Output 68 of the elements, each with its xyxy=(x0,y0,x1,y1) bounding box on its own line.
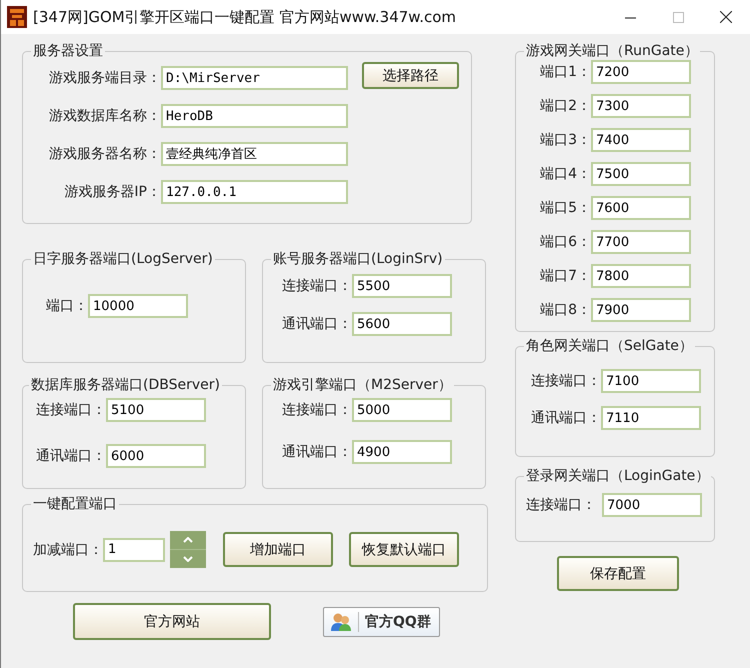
field-label: 通讯端口： xyxy=(530,409,601,427)
text-field[interactable]: 7600 xyxy=(591,196,691,220)
caret-down-icon xyxy=(183,556,193,562)
field-label: 通讯端口： xyxy=(281,315,352,333)
text-field[interactable]: 7110 xyxy=(601,406,701,430)
text-field[interactable]: 7100 xyxy=(601,369,701,393)
caret-up-icon xyxy=(183,537,193,543)
field-label: 端口6： xyxy=(539,233,591,251)
save-button[interactable]: 保存配置 xyxy=(557,556,679,591)
people-icon xyxy=(330,612,352,632)
text-field[interactable]: 6000 xyxy=(106,444,206,468)
text-field[interactable]: 7700 xyxy=(591,230,691,254)
text-field[interactable]: 5500 xyxy=(352,274,452,298)
text-field[interactable]: 5600 xyxy=(352,312,452,336)
field-label: 端口： xyxy=(45,297,88,315)
field-label: 端口2： xyxy=(539,97,591,115)
field-label: 端口3： xyxy=(539,131,591,149)
website-button[interactable]: 官方网站 xyxy=(73,603,271,640)
text-field[interactable]: 10000 xyxy=(88,294,188,318)
field-label: 游戏服务器IP： xyxy=(63,183,161,201)
group-title: 服务器设置 xyxy=(32,42,104,60)
field-label: 连接端口： xyxy=(281,277,352,295)
text-field[interactable]: 壹经典纯净首区 xyxy=(161,142,348,166)
field-label: 端口5： xyxy=(539,199,591,217)
text-field[interactable]: 7500 xyxy=(591,162,691,186)
text-field[interactable]: 7900 xyxy=(591,298,691,322)
text-field[interactable]: 7000 xyxy=(602,493,702,517)
field-label: 连接端口： xyxy=(281,401,352,419)
field-label: 连接端口： xyxy=(526,496,597,514)
field-label: 通讯端口： xyxy=(35,447,106,465)
group-title: 游戏引擎端口（M2Server） xyxy=(272,376,453,394)
group-title: 日字服务器端口(LogServer) xyxy=(32,250,214,268)
field-label: 加减端口： xyxy=(33,540,103,558)
close-icon xyxy=(720,11,732,23)
text-field[interactable]: 7400 xyxy=(591,128,691,152)
field-label: 连接端口： xyxy=(35,401,106,419)
group-title: 角色网关端口（SelGate） xyxy=(525,337,694,355)
text-field[interactable]: 5000 xyxy=(352,398,452,422)
group-title: 数据库服务器端口(DBServer) xyxy=(30,376,221,394)
field-label: 游戏服务端目录： xyxy=(48,69,161,87)
text-field[interactable]: 4900 xyxy=(352,440,452,464)
text-field[interactable]: 7200 xyxy=(591,60,691,84)
field-label: 通讯端口： xyxy=(281,443,352,461)
add-ports-button[interactable]: 增加端口 xyxy=(223,532,333,567)
browse-button[interactable]: 选择路径 xyxy=(362,62,459,89)
text-field[interactable]: HeroDB xyxy=(161,104,348,128)
field-label: 游戏服务器名称： xyxy=(48,145,161,163)
field-label: 端口4： xyxy=(539,165,591,183)
text-field[interactable]: 7300 xyxy=(591,94,691,118)
text-field[interactable]: 5100 xyxy=(106,398,206,422)
number-field[interactable]: 1 xyxy=(103,538,165,562)
field-label: 游戏数据库名称： xyxy=(48,107,161,125)
text-field[interactable]: D:\MirServer xyxy=(161,66,348,90)
group-title: 一键配置端口 xyxy=(32,495,118,513)
text-field[interactable]: 7800 xyxy=(591,264,691,288)
field-label: 端口8： xyxy=(539,301,591,319)
restore-defaults-button[interactable]: 恢复默认端口 xyxy=(349,532,459,567)
qq-group-button[interactable]: 官方QQ群 xyxy=(323,606,440,636)
group-title: 账号服务器端口(LoginSrv) xyxy=(272,250,444,268)
field-label: 端口1： xyxy=(539,63,591,81)
maximize-icon xyxy=(672,12,684,22)
window-title: [347网]GOM引擎开区端口一键配置 官方网站www.347w.com xyxy=(33,8,457,26)
group-title: 游戏网关端口（RunGate） xyxy=(525,42,700,60)
text-field[interactable]: 127.0.0.1 xyxy=(161,180,348,204)
field-label: 连接端口： xyxy=(530,372,601,390)
dragon-logo-icon xyxy=(7,6,27,28)
field-label: 端口7： xyxy=(539,267,591,285)
group-title: 登录网关端口（LoginGate） xyxy=(525,467,710,485)
